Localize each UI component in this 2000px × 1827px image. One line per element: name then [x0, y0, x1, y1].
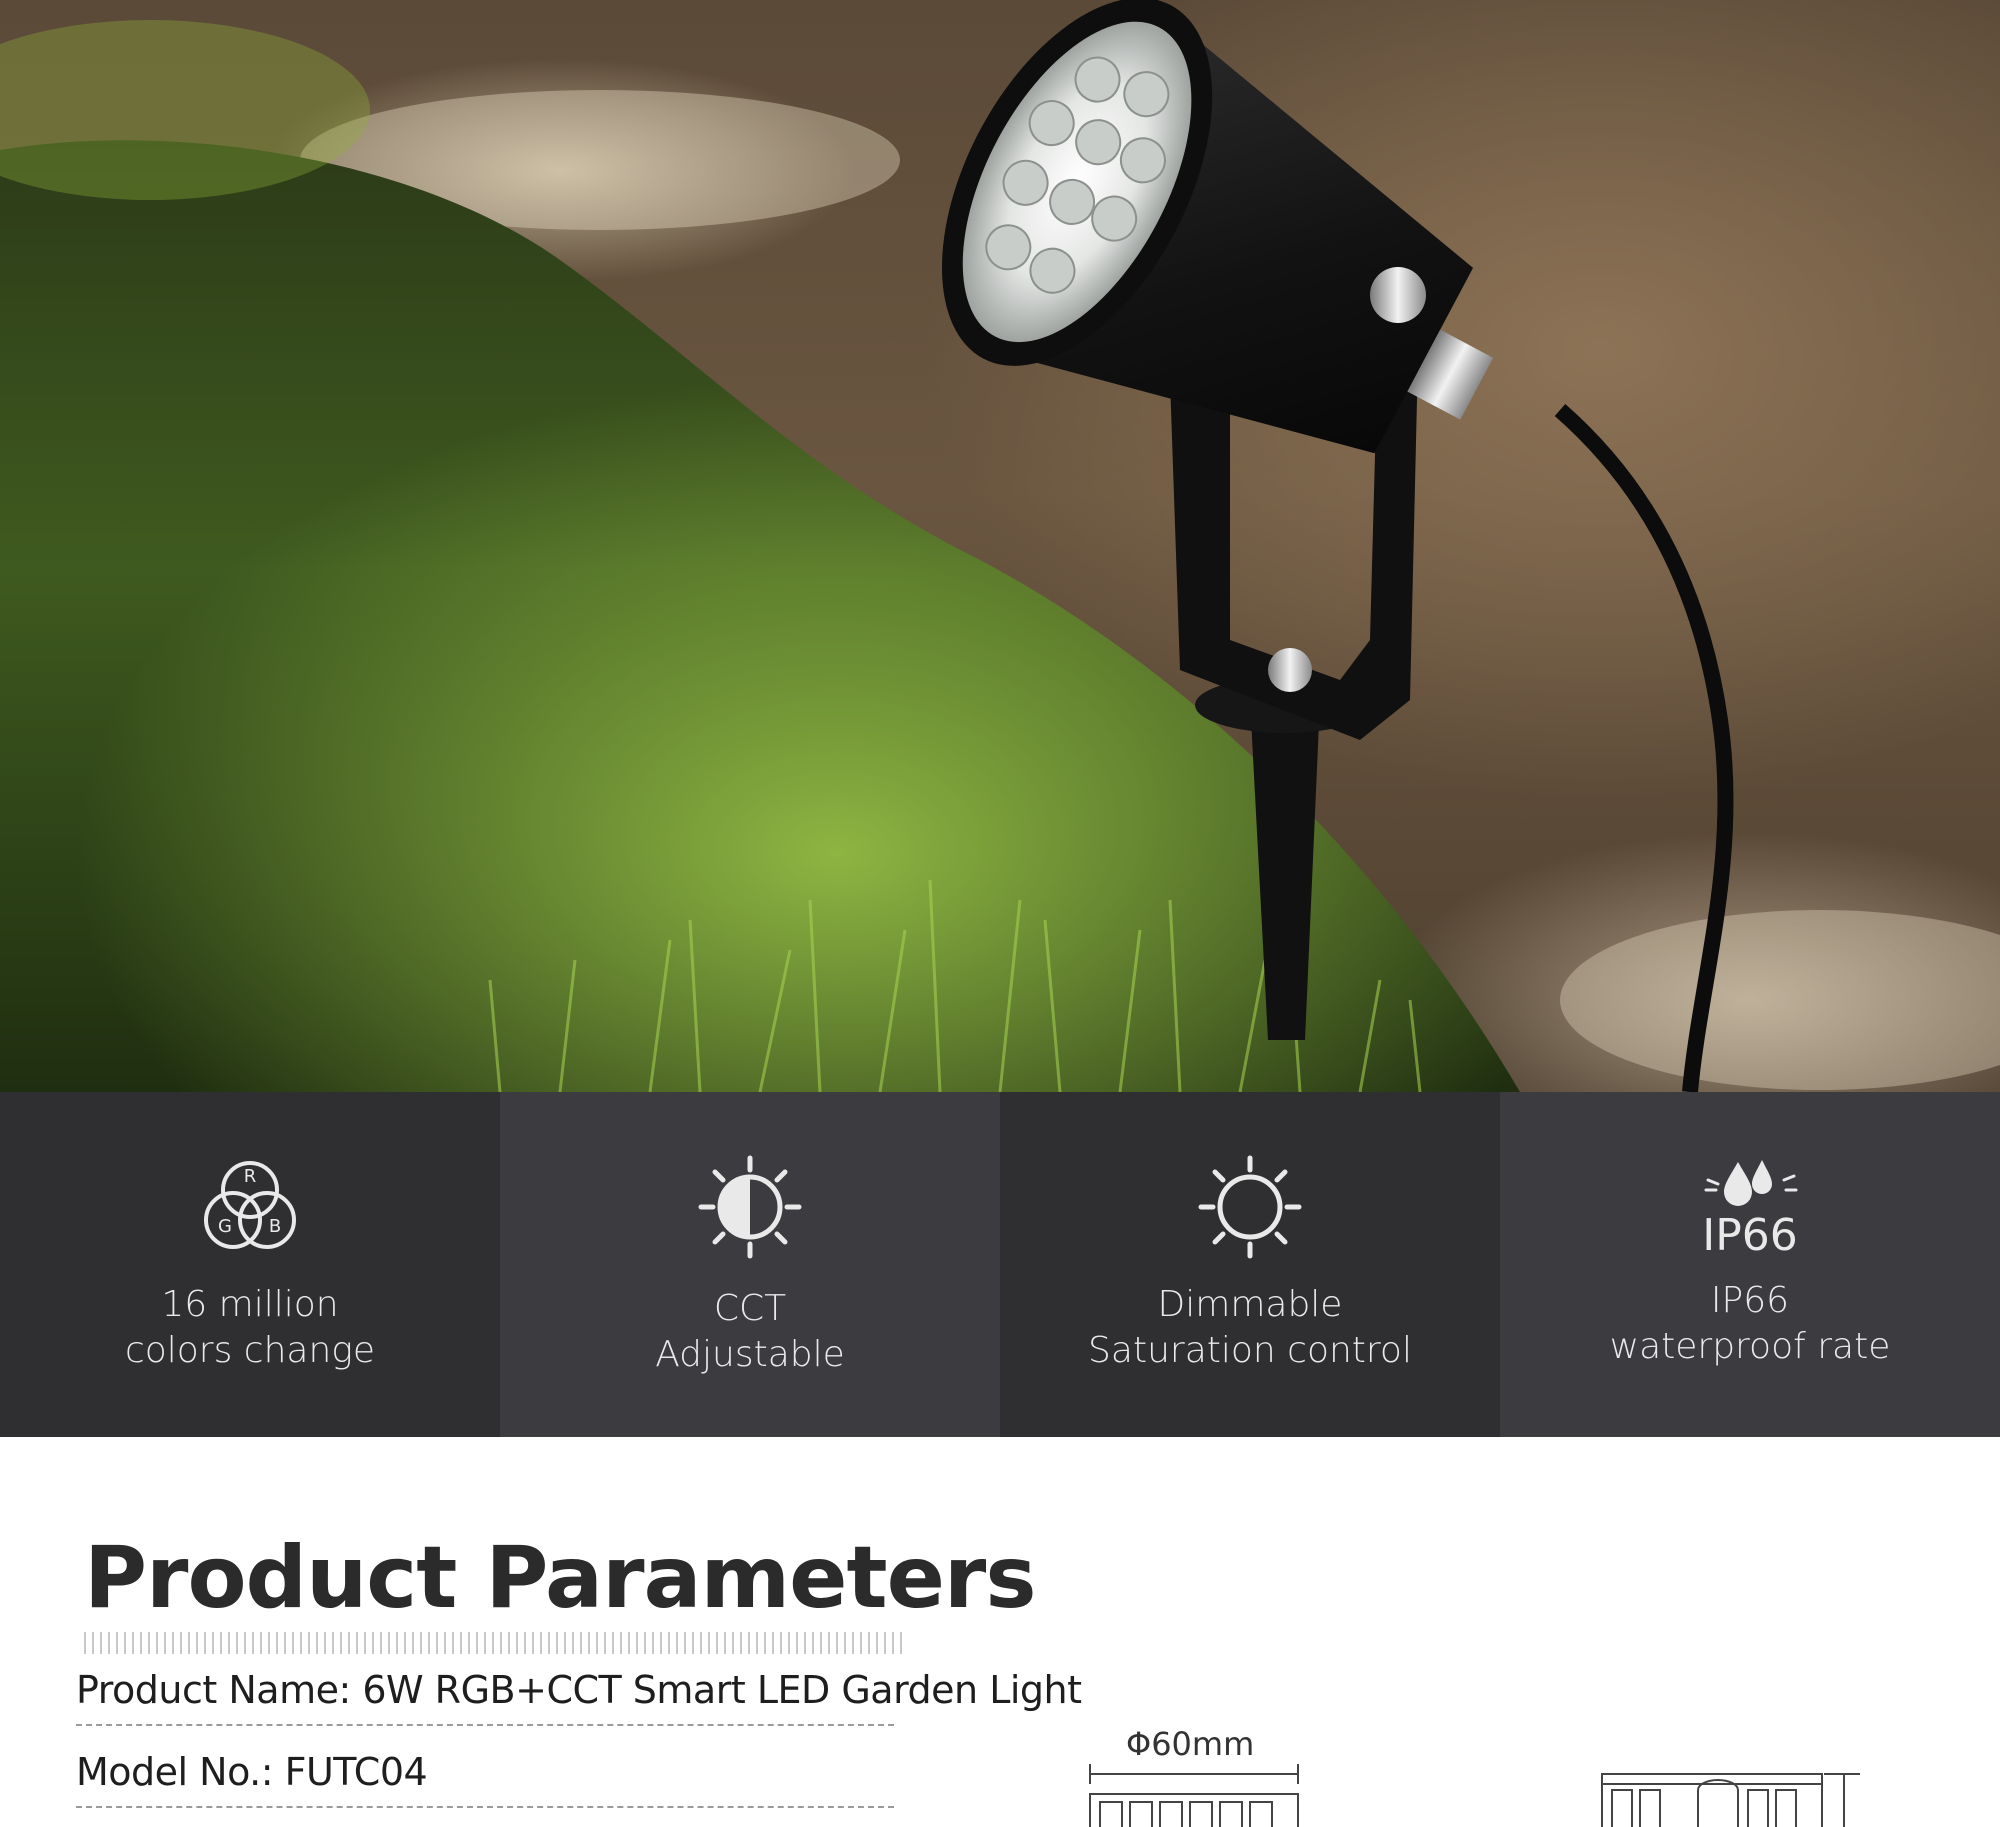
dimension-drawing-side: [1601, 1773, 1860, 1827]
feature-colors: R G B 16 million colors change: [0, 1092, 500, 1437]
rgb-circles-icon: R G B: [204, 1161, 296, 1249]
feature-dimmable-line1: Dimmable: [1157, 1284, 1343, 1325]
product-parameters-title: Product Parameters: [84, 1528, 1037, 1628]
feature-cct-line2: Adjustable: [655, 1334, 845, 1375]
rgb-letter-g: G: [218, 1216, 232, 1237]
hero-product-photo: [0, 0, 2000, 1092]
ip66-icon-text: IP66: [1702, 1210, 1798, 1261]
feature-cct-line1: CCT: [713, 1288, 787, 1329]
cct-half-sun-icon: [698, 1155, 802, 1259]
feature-dimmable-line2: Saturation control: [1088, 1330, 1412, 1371]
feature-waterproof-line1: IP66: [1710, 1280, 1790, 1321]
feature-cct-label: CCT Adjustable: [500, 1286, 1000, 1378]
rgb-letter-b: B: [269, 1216, 281, 1237]
feature-dimmable-label: Dimmable Saturation control: [1000, 1282, 1500, 1374]
feature-waterproof-label: IP66 waterproof rate: [1500, 1278, 2000, 1370]
sun-outline-icon: [1198, 1155, 1302, 1259]
title-divider: [84, 1632, 902, 1654]
feature-colors-line2: colors change: [124, 1330, 376, 1371]
param-model-no: Model No.: FUTC04: [76, 1750, 894, 1808]
feature-waterproof: IP66 IP66 waterproof rate: [1500, 1092, 2000, 1437]
dimension-label: Φ60mm: [1126, 1725, 1255, 1763]
feature-colors-line1: 16 million: [161, 1284, 339, 1325]
feature-dimmable: Dimmable Saturation control: [1000, 1092, 1500, 1437]
param-product-name: Product Name: 6W RGB+CCT Smart LED Garde…: [76, 1668, 1082, 1726]
garden-light-illustration: [0, 0, 2000, 1092]
dimension-drawing-front: [1089, 1764, 1299, 1827]
feature-band: R G B 16 million colors change CCT Adjus…: [0, 1092, 2000, 1437]
water-drops-icon: IP66: [1702, 1160, 1798, 1261]
feature-colors-label: 16 million colors change: [0, 1282, 500, 1374]
rgb-letter-r: R: [244, 1166, 257, 1187]
feature-waterproof-line2: waterproof rate: [1609, 1326, 1891, 1367]
feature-cct: CCT Adjustable: [500, 1092, 1000, 1437]
